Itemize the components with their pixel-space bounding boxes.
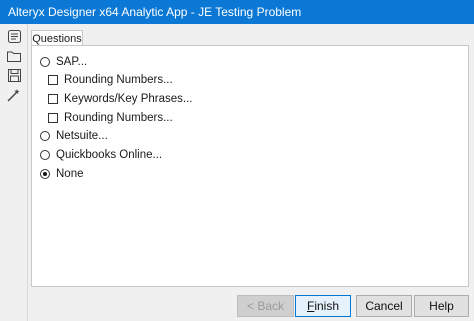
none-label: None xyxy=(56,168,84,180)
cancel-button[interactable]: Cancel xyxy=(356,295,412,317)
save-icon[interactable] xyxy=(6,67,22,83)
window-title: Alteryx Designer x64 Analytic App - JE T… xyxy=(8,5,302,19)
sap-radio[interactable] xyxy=(40,57,50,67)
netsuite-radio-row[interactable]: Netsuite... xyxy=(40,128,108,144)
back-button[interactable]: < Back xyxy=(237,295,294,317)
quickbooks-label: Quickbooks Online... xyxy=(56,149,163,161)
rounding-numbers-label: Rounding Numbers... xyxy=(64,74,173,86)
rounding-numbers-2-checkbox[interactable] xyxy=(48,113,58,123)
sap-option-checkbox-row[interactable]: Rounding Numbers... xyxy=(48,110,173,126)
quickbooks-radio[interactable] xyxy=(40,150,50,160)
side-toolbar xyxy=(0,24,28,321)
tab-questions-label: Questions xyxy=(32,32,82,45)
folder-icon[interactable] xyxy=(6,48,22,64)
help-button-label: Help xyxy=(429,299,454,313)
rounding-numbers-checkbox[interactable] xyxy=(48,75,58,85)
sap-label: SAP... xyxy=(56,56,88,68)
magic-wand-icon[interactable] xyxy=(6,87,22,103)
sap-radio-row[interactable]: SAP... xyxy=(40,54,87,70)
keywords-key-phrases-checkbox[interactable] xyxy=(48,94,58,104)
finish-button[interactable]: Finish xyxy=(295,295,351,317)
none-radio-row[interactable]: None xyxy=(40,166,84,182)
netsuite-radio[interactable] xyxy=(40,131,50,141)
sap-option-checkbox-row[interactable]: Rounding Numbers... xyxy=(48,72,173,88)
interface-icon[interactable] xyxy=(6,28,22,44)
questions-panel: SAP... Rounding Numbers... Keywords/Key … xyxy=(31,45,469,287)
rounding-numbers-2-label: Rounding Numbers... xyxy=(64,112,173,124)
back-button-label: < Back xyxy=(246,299,285,313)
netsuite-label: Netsuite... xyxy=(56,130,108,142)
cancel-button-label: Cancel xyxy=(365,299,403,313)
tab-questions[interactable]: Questions xyxy=(31,30,83,46)
sap-option-checkbox-row[interactable]: Keywords/Key Phrases... xyxy=(48,91,192,107)
none-radio[interactable] xyxy=(40,169,50,179)
window-titlebar: Alteryx Designer x64 Analytic App - JE T… xyxy=(0,0,474,24)
help-button[interactable]: Help xyxy=(414,295,469,317)
quickbooks-radio-row[interactable]: Quickbooks Online... xyxy=(40,147,162,163)
finish-button-label: inish xyxy=(314,299,340,313)
keywords-key-phrases-label: Keywords/Key Phrases... xyxy=(64,93,193,105)
finish-button-mnemonic: F xyxy=(306,299,315,313)
